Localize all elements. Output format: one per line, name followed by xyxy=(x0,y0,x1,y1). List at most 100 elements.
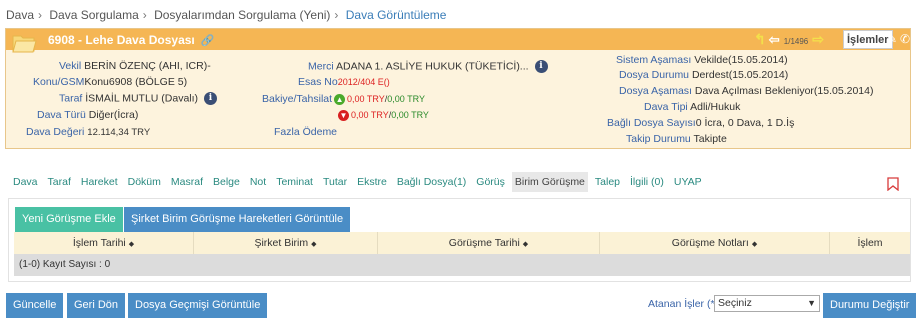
column-islem-tarihi[interactable]: İşlem Tarihi ◆ xyxy=(14,232,194,254)
sort-icon: ◆ xyxy=(751,241,758,248)
esas-value: 2012/404 E() xyxy=(337,77,390,87)
dosya-asamasi-label: Dosya Aşaması xyxy=(619,85,692,97)
breadcrumb-separator: › xyxy=(334,8,339,22)
tab-gorus[interactable]: Görüş xyxy=(473,172,508,192)
vekil-field: Vekil BERİN ÖZENÇ (AHI, ICR)- xyxy=(59,60,211,72)
assigned-tasks-label: Atanan İşler (*) xyxy=(648,298,718,310)
column-label: İşlem xyxy=(857,237,883,249)
case-summary-panel: 6908 - Lehe Dava Dosyası 🔗 ↰ ⇦ 1/1496 ⇨ İ… xyxy=(5,28,911,149)
bakiye-line2-balance: 0,00 TRY xyxy=(351,110,389,120)
taraf-label: Taraf xyxy=(59,92,83,105)
column-gorusme-notlari[interactable]: Görüşme Notları ◆ xyxy=(600,232,830,254)
taraf-field: Taraf İSMAİL MUTLU (Davalı) i xyxy=(59,92,217,105)
sort-icon: ◆ xyxy=(311,241,317,248)
tab-ilgili[interactable]: İlgili (0) xyxy=(627,172,667,192)
tab-dokum[interactable]: Döküm xyxy=(125,172,164,192)
up-arrow-icon: ▲ xyxy=(334,93,346,105)
tab-masraf[interactable]: Masraf xyxy=(168,172,206,192)
tab-uyap[interactable]: UYAP xyxy=(671,172,705,192)
bakiye-line1-balance: 0,00 TRY xyxy=(347,94,385,104)
case-tabs: Dava Taraf Hareket Döküm Masraf Belge Not Temin… xyxy=(10,172,709,194)
islemler-button[interactable]: İşlemler xyxy=(843,30,893,49)
tab-teminat[interactable]: Teminat xyxy=(273,172,316,192)
breadcrumb-item-dosyalarimdan[interactable]: Dosyalarımdan Sorgulama (Yeni) xyxy=(154,8,330,22)
dosya-asamasi-field: Dosya Aşaması Dava Açılması Bekleniyor(1… xyxy=(619,85,873,97)
update-button[interactable]: Güncelle xyxy=(6,293,64,318)
bookmark-icon[interactable] xyxy=(887,177,899,191)
new-meeting-button[interactable]: Yeni Görüşme Ekle xyxy=(15,207,123,232)
bakiye-line2-collection: 0,00 TRY xyxy=(391,110,429,120)
dosya-durumu-field: Dosya Durumu Derdest(15.05.2014) xyxy=(619,69,788,81)
back-button[interactable]: Geri Dön xyxy=(67,293,126,318)
next-arrow-icon[interactable]: ⇨ xyxy=(812,31,824,47)
column-islem: İşlem xyxy=(830,232,910,254)
taraf-value: İSMAİL MUTLU (Davalı) xyxy=(85,92,199,105)
bagli-dosya-value: 0 İcra, 0 Dava, 1 D.İş xyxy=(695,117,795,129)
tab-bagli-dosya[interactable]: Bağlı Dosya(1) xyxy=(394,172,469,192)
dava-tipi-label: Dava Tipi xyxy=(644,101,688,113)
bakiye-line1-collection: 0,00 TRY xyxy=(387,94,425,104)
esas-field: Esas No2012/404 E() xyxy=(298,76,390,88)
breadcrumb-separator: › xyxy=(142,8,147,22)
change-status-button[interactable]: Durumu Değiştir xyxy=(823,293,917,318)
dosya-asamasi-value: Dava Açılması Bekleniyor(15.05.2014) xyxy=(694,85,874,97)
edit-icon[interactable]: ✎ xyxy=(887,32,897,46)
sistem-asamasi-label: Sistem Aşaması xyxy=(616,54,692,66)
tab-taraf[interactable]: Taraf xyxy=(45,172,74,192)
return-arrow-icon[interactable]: ↰ xyxy=(754,31,766,47)
dava-turu-field: Dava Türü Diğer(İcra) xyxy=(37,109,138,121)
tab-dava[interactable]: Dava xyxy=(10,172,41,192)
column-sirket-birim[interactable]: Şirket Birim ◆ xyxy=(194,232,378,254)
fazla-odeme-field: Fazla Ödeme xyxy=(274,126,337,138)
dava-tipi-field: Dava Tipi Adli/Hukuk xyxy=(644,101,740,113)
tab-hareket[interactable]: Hareket xyxy=(78,172,121,192)
tab-tutar[interactable]: Tutar xyxy=(320,172,350,192)
column-label: İşlem Tarihi xyxy=(72,237,126,249)
tab-belge[interactable]: Belge xyxy=(210,172,243,192)
bakiye-field: Bakiye/Tahsilat ▲ 0,00 TRY/0,00 TRY xyxy=(262,93,425,105)
birim-gorusme-panel: Yeni Görüşme Ekle Şirket Birim Görüşme H… xyxy=(8,198,911,282)
phone-icon[interactable]: ✆ xyxy=(900,32,910,46)
sort-icon: ◆ xyxy=(128,241,135,248)
assigned-tasks-select[interactable]: Seçiniz ▼ xyxy=(714,295,820,312)
dava-tipi-value: Adli/Hukuk xyxy=(690,101,741,113)
vekil-value: BERİN ÖZENÇ (AHI, ICR)- xyxy=(84,60,211,72)
dava-degeri-label: Dava Değeri xyxy=(26,126,85,138)
konu-field: Konu/GSMKonu6908 (BÖLGE 5) xyxy=(33,76,187,88)
breadcrumb-item-dava[interactable]: Dava xyxy=(6,8,34,22)
case-title: 6908 - Lehe Dava Dosyası 🔗 xyxy=(48,33,214,47)
tab-birim-gorusme[interactable]: Birim Görüşme xyxy=(511,172,588,192)
dava-degeri-value: 12.114,34 TRY xyxy=(87,127,151,138)
breadcrumb-separator: › xyxy=(38,8,43,22)
dava-turu-value: Diğer(İcra) xyxy=(88,109,139,121)
sistem-asamasi-value: Vekilde(15.05.2014) xyxy=(694,54,788,66)
breadcrumb-item-dava-sorgulama[interactable]: Dava Sorgulama xyxy=(49,8,138,22)
company-unit-moves-button[interactable]: Şirket Birim Görüşme Hareketleri Görüntü… xyxy=(124,207,351,232)
select-value: Seçiniz xyxy=(718,297,752,309)
column-label: Görüşme Tarihi xyxy=(448,237,520,249)
dava-degeri-field: Dava Değeri 12.114,34 TRY xyxy=(26,126,150,138)
merci-field: Merci ADANA 1. ASLİYE HUKUK (TÜKETİCİ)..… xyxy=(308,60,548,73)
sistem-asamasi-field: Sistem Aşaması Vekilde(15.05.2014) xyxy=(616,54,788,66)
konu-value: Konu6908 (BÖLGE 5) xyxy=(84,76,188,88)
chevron-down-icon: ▼ xyxy=(807,298,816,308)
history-button[interactable]: Dosya Geçmişi Görüntüle xyxy=(128,293,268,318)
bagli-dosya-field: Bağlı Dosya Sayısı0 İcra, 0 Dava, 1 D.İş xyxy=(607,117,794,129)
column-gorusme-tarihi[interactable]: Görüşme Tarihi ◆ xyxy=(378,232,600,254)
case-header-bar: 6908 - Lehe Dava Dosyası 🔗 ↰ ⇦ 1/1496 ⇨ İ… xyxy=(6,29,910,53)
info-icon[interactable]: i xyxy=(203,92,217,105)
esas-label: Esas No xyxy=(298,76,338,88)
down-arrow-icon: ▼ xyxy=(338,109,349,121)
bagli-dosya-label: Bağlı Dosya Sayısı xyxy=(607,117,696,129)
tab-ekstre[interactable]: Ekstre xyxy=(354,172,390,192)
previous-arrow-icon[interactable]: ⇦ xyxy=(769,32,780,47)
link-icon[interactable]: 🔗 xyxy=(201,34,215,47)
takip-durumu-field: Takip Durumu Takipte xyxy=(626,133,727,145)
assigned-tasks-text: Atanan İşler xyxy=(648,298,705,310)
case-title-text: 6908 - Lehe Dava Dosyası xyxy=(48,33,195,47)
takip-durumu-value: Takipte xyxy=(693,133,727,145)
grid-header: İşlem Tarihi ◆ Şirket Birim ◆ Görüşme Tari… xyxy=(14,232,910,254)
tab-not[interactable]: Not xyxy=(247,172,269,192)
tab-talep[interactable]: Talep xyxy=(592,172,623,192)
info-icon[interactable]: i xyxy=(534,60,548,73)
